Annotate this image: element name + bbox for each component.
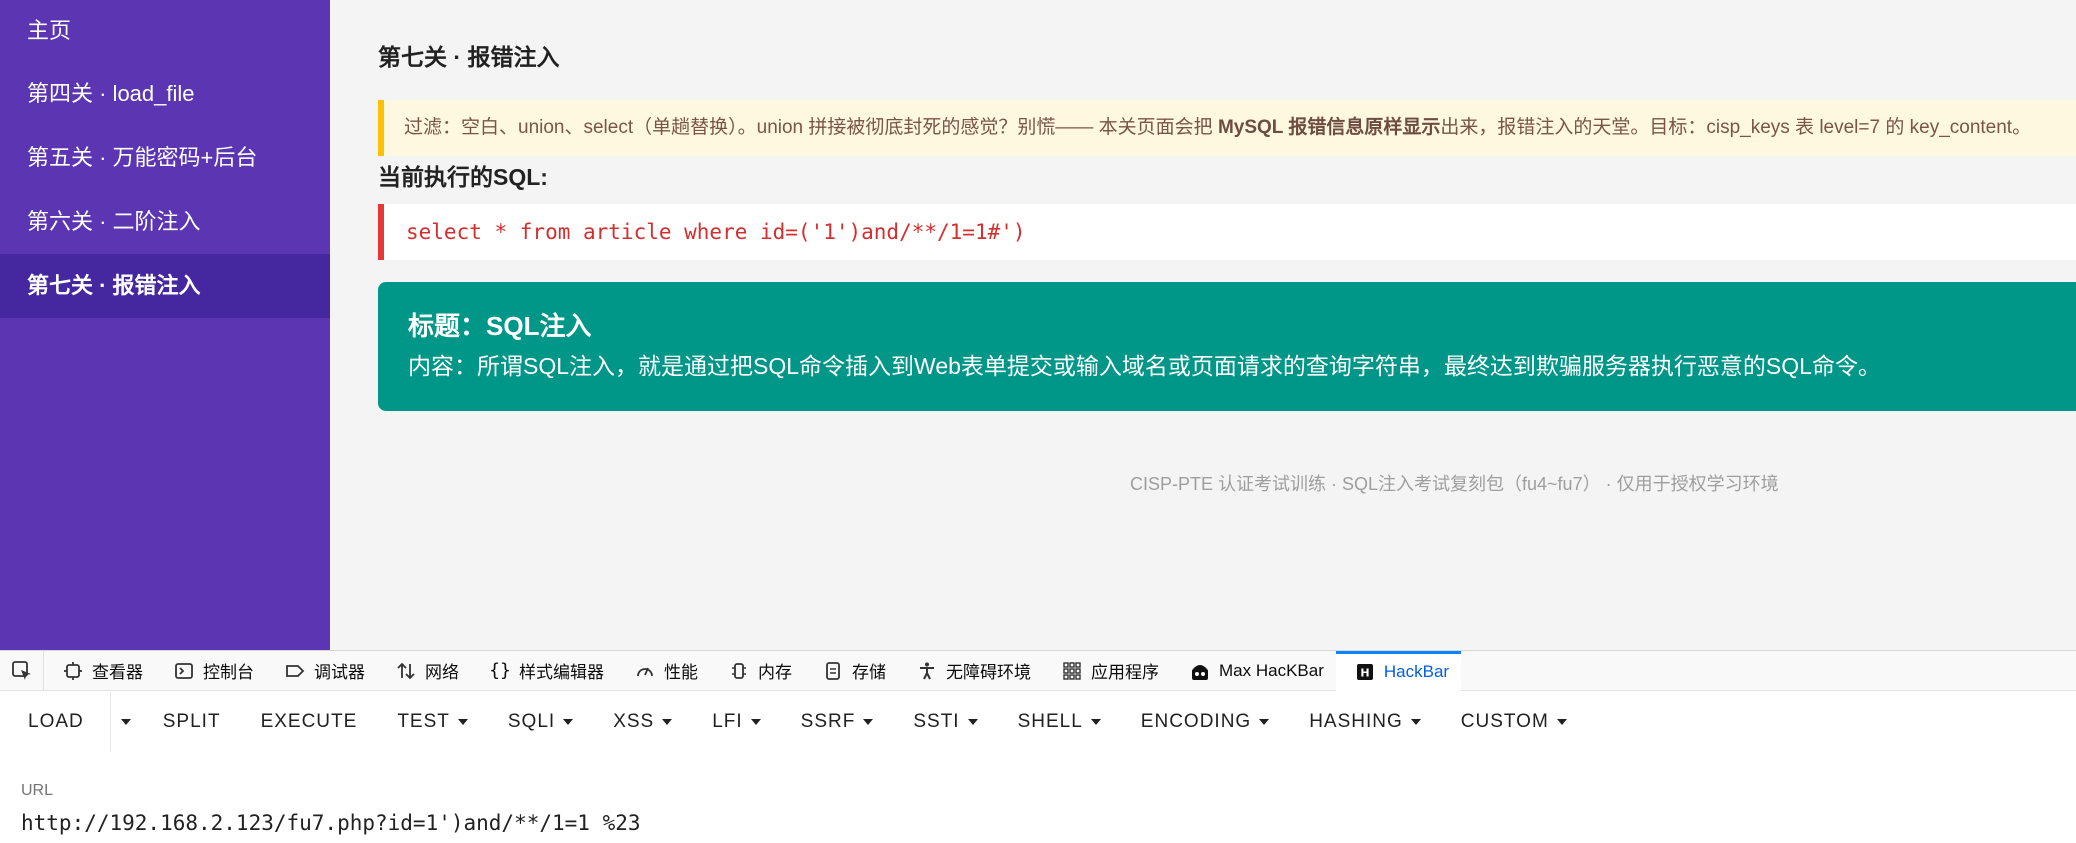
application-icon	[1061, 660, 1083, 682]
console-icon	[173, 660, 195, 682]
tab-storage[interactable]: 存储	[804, 651, 898, 691]
hackbar-icon: H	[1354, 661, 1376, 683]
tab-inspector[interactable]: 查看器	[44, 651, 155, 691]
style-editor-icon: {}	[489, 660, 511, 681]
execute-button[interactable]: EXECUTE	[241, 692, 378, 752]
xss-label: XSS	[613, 711, 655, 732]
tab-application[interactable]: 应用程序	[1043, 651, 1171, 691]
lfi-menu-button[interactable]: LFI	[692, 692, 780, 752]
tab-debugger[interactable]: 调试器	[266, 651, 377, 691]
sqli-label: SQLI	[507, 711, 556, 732]
tab-label: 无障碍环境	[946, 663, 1031, 682]
tab-label: 查看器	[92, 663, 143, 682]
chevron-down-icon	[1259, 719, 1270, 725]
result-title: 标题：SQL注入	[408, 311, 592, 341]
hackbar-toolbar: LOAD SPLIT EXECUTE TEST SQLI XSS LFI SSR…	[0, 692, 1587, 752]
tab-max-hackbar[interactable]: Max HacKBar	[1171, 651, 1336, 691]
load-dropdown-button[interactable]	[111, 692, 143, 752]
chevron-down-icon	[1090, 719, 1101, 725]
tab-label: 内存	[758, 663, 792, 682]
debugger-icon	[284, 660, 306, 682]
url-label: URL	[21, 782, 54, 799]
result-content: 内容：所谓SQL注入，就是通过把SQL命令插入到Web表单提交或输入域名或页面请…	[408, 353, 1881, 379]
tab-label: 调试器	[314, 663, 365, 682]
ssrf-menu-button[interactable]: SSRF	[781, 692, 894, 752]
tab-hackbar[interactable]: H HackBar	[1335, 650, 1462, 691]
sidebar-item-level6[interactable]: 第六关 · 二阶注入	[0, 190, 330, 254]
xss-menu-button[interactable]: XSS	[593, 692, 692, 752]
encoding-menu-button[interactable]: ENCODING	[1121, 692, 1289, 752]
sidebar-item-level7[interactable]: 第七关 · 报错注入	[0, 254, 330, 318]
tab-memory[interactable]: 内存	[710, 651, 804, 691]
tab-label: HackBar	[1383, 662, 1450, 681]
tab-accessibility[interactable]: 无障碍环境	[898, 651, 1043, 691]
chevron-down-icon	[662, 719, 673, 725]
chevron-down-icon	[967, 719, 978, 725]
ssti-label: SSTI	[913, 711, 960, 732]
tab-label: 控制台	[203, 663, 254, 682]
sql-heading: 当前执行的SQL:	[378, 164, 548, 190]
tab-style-editor[interactable]: {} 样式编辑器	[471, 651, 616, 691]
inspector-icon	[62, 660, 84, 682]
ssti-menu-button[interactable]: SSTI	[893, 692, 997, 752]
custom-label: CUSTOM	[1460, 711, 1549, 732]
tab-console[interactable]: 控制台	[155, 651, 266, 691]
executed-sql: select * from article where id=('1')and/…	[378, 204, 2076, 260]
chevron-down-icon	[863, 719, 874, 725]
tab-label: 存储	[852, 663, 886, 682]
footer-note: CISP-PTE 认证考试训练 · SQL注入考试复刻包（fu4~fu7） · …	[1130, 474, 1779, 494]
sqli-menu-button[interactable]: SQLI	[488, 692, 593, 752]
hashing-menu-button[interactable]: HASHING	[1289, 692, 1441, 752]
load-label: LOAD	[28, 711, 84, 732]
test-label: TEST	[397, 711, 450, 732]
chevron-down-icon	[563, 719, 574, 725]
notice-text-suffix: 出来，报错注入的天堂。目标：cisp_keys 表 level=7 的 key_…	[1440, 117, 2032, 138]
split-label: SPLIT	[162, 711, 221, 732]
sidebar-item-level5[interactable]: 第五关 · 万能密码+后台	[0, 126, 330, 190]
storage-icon	[822, 660, 844, 682]
tab-label: Max HacKBar	[1219, 660, 1324, 680]
performance-icon	[634, 660, 656, 682]
element-picker-icon[interactable]	[0, 650, 44, 691]
chevron-down-icon	[1410, 719, 1421, 725]
accessibility-icon	[916, 660, 938, 682]
tab-label: 应用程序	[1091, 663, 1159, 682]
test-menu-button[interactable]: TEST	[377, 692, 488, 752]
tab-performance[interactable]: 性能	[616, 651, 710, 691]
execute-label: EXECUTE	[260, 711, 358, 732]
network-icon	[395, 660, 417, 682]
filter-notice: 过滤：空白、union、select（单趟替换）。union 拼接被彻底封死的感…	[378, 100, 2076, 156]
sidebar-item-level4[interactable]: 第四关 · load_file	[0, 62, 330, 126]
encoding-label: ENCODING	[1140, 711, 1252, 732]
memory-icon	[728, 660, 750, 682]
url-input[interactable]	[0, 803, 2076, 843]
main-content: 第七关 · 报错注入 过滤：空白、union、select（单趟替换）。unio…	[330, 0, 2076, 650]
ssrf-label: SSRF	[800, 711, 856, 732]
devtools-panel: 查看器 控制台 调试器 网络 {} 样式编辑器 性能 内存 存储 无障碍环境 应…	[0, 650, 2076, 843]
devtools-tabbar: 查看器 控制台 调试器 网络 {} 样式编辑器 性能 内存 存储 无障碍环境 应…	[0, 650, 2076, 691]
chevron-down-icon	[457, 719, 468, 725]
sidebar-item-home[interactable]: 主页	[0, 0, 330, 62]
hashing-label: HASHING	[1309, 711, 1403, 732]
max-hackbar-icon	[1189, 660, 1211, 682]
tab-label: 网络	[425, 663, 459, 682]
svg-text:H: H	[1360, 667, 1369, 680]
tab-network[interactable]: 网络	[377, 651, 471, 691]
result-card: 标题：SQL注入 内容：所谓SQL注入，就是通过把SQL命令插入到Web表单提交…	[378, 282, 2076, 411]
page-title: 第七关 · 报错注入	[378, 44, 560, 70]
notice-text-bold: MySQL 报错信息原样显示	[1217, 117, 1441, 138]
custom-menu-button[interactable]: CUSTOM	[1441, 692, 1587, 752]
load-button[interactable]: LOAD	[0, 692, 111, 752]
lfi-label: LFI	[712, 711, 743, 732]
shell-menu-button[interactable]: SHELL	[998, 692, 1121, 752]
chevron-down-icon	[1556, 719, 1567, 725]
chevron-down-icon	[120, 719, 131, 725]
notice-text-prefix: 过滤：空白、union、select（单趟替换）。union 拼接被彻底封死的感…	[404, 117, 1218, 138]
sidebar: 主页 第四关 · load_file 第五关 · 万能密码+后台 第六关 · 二…	[0, 0, 330, 650]
tab-label: 性能	[664, 663, 698, 682]
shell-label: SHELL	[1017, 711, 1083, 732]
chevron-down-icon	[750, 719, 761, 725]
tab-label: 样式编辑器	[519, 663, 604, 682]
split-button[interactable]: SPLIT	[143, 692, 241, 752]
